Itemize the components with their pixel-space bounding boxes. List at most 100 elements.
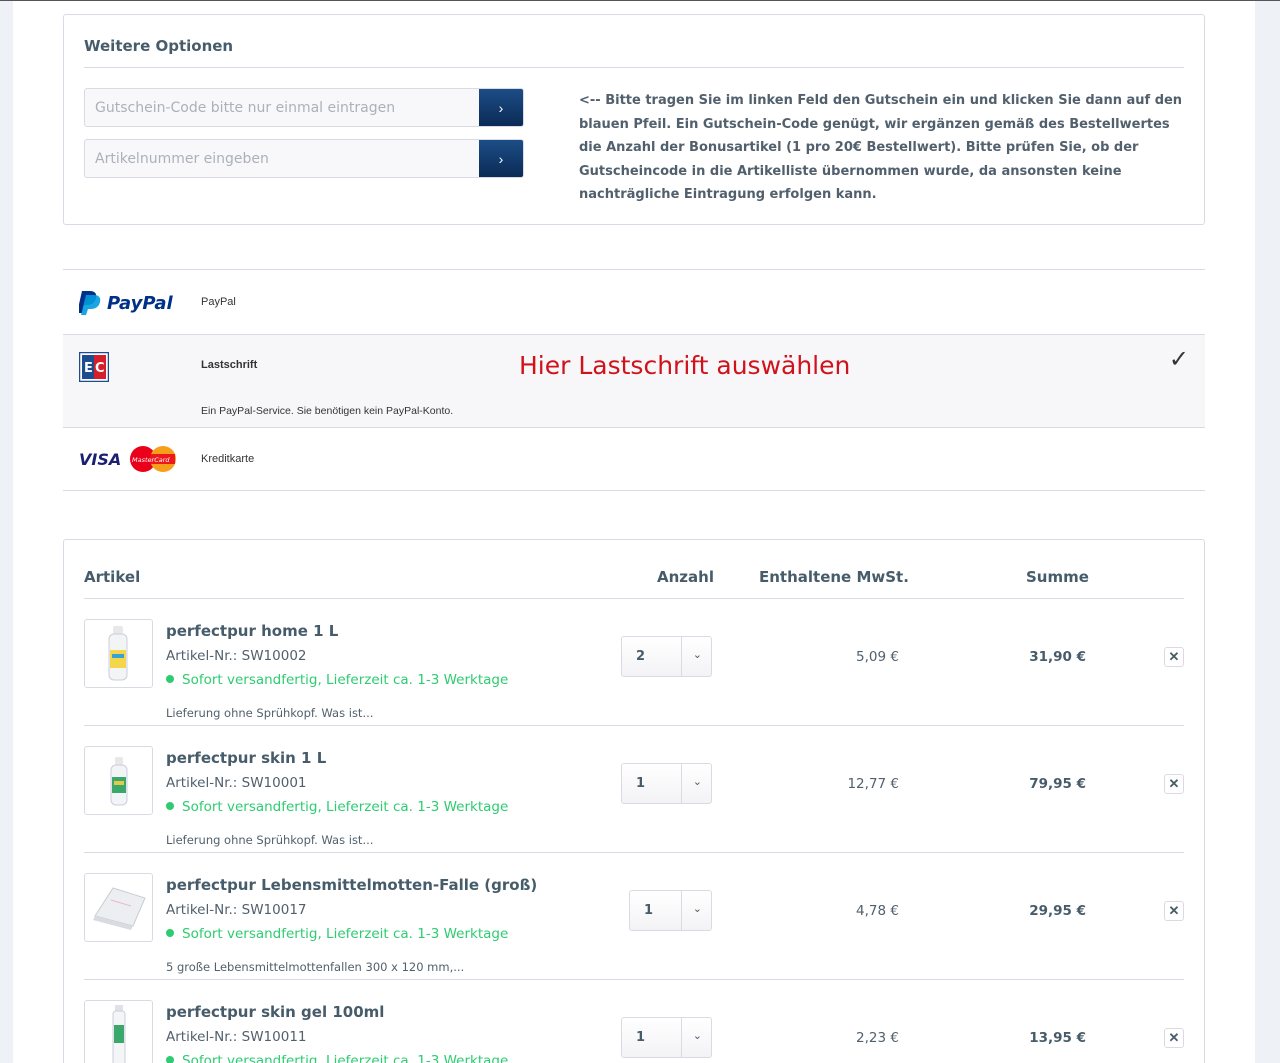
moth-trap-icon — [93, 887, 146, 930]
bottle-icon — [110, 757, 128, 806]
chevron-down-icon: ⌄ — [692, 902, 702, 915]
delivery-text: Sofort versandfertig, Lieferzeit ca. 1-3… — [182, 1053, 509, 1063]
product-name[interactable]: perfectpur home 1 L — [166, 622, 338, 640]
payment-option-paypal[interactable]: PayPal PayPal — [63, 269, 1205, 334]
payment-label-paypal: PayPal — [201, 296, 236, 308]
product-image[interactable] — [84, 746, 153, 815]
divider — [84, 67, 1184, 68]
article-number-field: › — [84, 139, 524, 178]
paypal-logo-icon: PayPal — [79, 291, 174, 315]
vat-amount: 4,78 € — [856, 903, 899, 919]
bottle-icon — [108, 626, 128, 681]
article-number-input[interactable] — [85, 140, 481, 177]
chevron-down-icon: ⌄ — [692, 775, 702, 788]
product-number: Artikel-Nr.: SW10011 — [166, 1029, 307, 1045]
chevron-down-icon: ⌄ — [692, 648, 702, 661]
divider — [681, 891, 682, 930]
product-image[interactable] — [84, 619, 153, 688]
status-dot-icon — [166, 929, 174, 937]
quantity-select[interactable]: 1 ⌄ — [621, 1017, 712, 1058]
remove-item-button[interactable]: ✕ — [1164, 1028, 1184, 1048]
voucher-field: › — [84, 88, 524, 127]
tube-icon — [112, 1005, 126, 1063]
svg-text:C: C — [95, 361, 105, 376]
chevron-down-icon: ⌄ — [692, 1029, 702, 1042]
visa-mastercard-logo-icon: VISA MasterCard — [79, 446, 176, 472]
payment-option-lastschrift[interactable]: E C Lastschrift Hier Lastschrift auswähl… — [63, 334, 1205, 427]
column-header-article: Artikel — [84, 568, 141, 586]
delivery-text: Sofort versandfertig, Lieferzeit ca. 1-3… — [182, 672, 509, 688]
checkout-page: Weitere Optionen › › <-- Bitte tragen Si… — [13, 1, 1255, 1063]
voucher-instructions: <-- Bitte tragen Sie im linken Feld den … — [579, 93, 1183, 202]
mastercard-logo-text: MasterCard — [132, 456, 170, 464]
column-header-vat: Enthaltene MwSt. — [759, 568, 909, 586]
product-note: 5 große Lebensmittelmottenfallen 300 x 1… — [166, 960, 465, 974]
payment-methods: PayPal PayPal E C Lastschrift Hier Lasts… — [63, 269, 1205, 491]
chevron-right-icon: › — [498, 99, 504, 116]
voucher-input[interactable] — [85, 89, 481, 126]
status-dot-icon — [166, 1056, 174, 1063]
quantity-value: 1 — [636, 776, 646, 791]
remove-item-button[interactable]: ✕ — [1164, 774, 1184, 794]
more-options-panel: Weitere Optionen › › <-- Bitte tragen Si… — [63, 14, 1205, 225]
payment-label-kreditkarte: Kreditkarte — [201, 453, 255, 465]
delivery-status: Sofort versandfertig, Lieferzeit ca. 1-3… — [166, 1053, 508, 1063]
product-note: Lieferung ohne Sprühkopf. Was ist... — [166, 706, 374, 720]
line-total: 31,90 € — [1029, 649, 1086, 665]
product-name[interactable]: perfectpur skin gel 100ml — [166, 1003, 384, 1021]
line-total: 13,95 € — [1029, 1030, 1086, 1046]
ec-card-logo-icon: E C — [79, 352, 109, 382]
voucher-submit-button[interactable]: › — [479, 89, 523, 126]
delivery-status: Sofort versandfertig, Lieferzeit ca. 1-3… — [166, 926, 508, 942]
cart-row: perfectpur skin 1 L Artikel-Nr.: SW10001… — [84, 726, 1184, 853]
close-icon: ✕ — [1168, 903, 1180, 918]
quantity-value: 1 — [636, 1030, 646, 1045]
quantity-value: 2 — [636, 649, 646, 664]
status-dot-icon — [166, 802, 174, 810]
vat-amount: 5,09 € — [856, 649, 899, 665]
remove-item-button[interactable]: ✕ — [1164, 901, 1184, 921]
quantity-select[interactable]: 2 ⌄ — [621, 636, 712, 677]
instruction-annotation: Hier Lastschrift auswählen — [519, 351, 851, 380]
vat-amount: 12,77 € — [847, 776, 899, 792]
cart-row: perfectpur Lebensmittelmotten-Falle (gro… — [84, 853, 1184, 980]
line-total: 79,95 € — [1029, 776, 1086, 792]
payment-option-kreditkarte[interactable]: VISA MasterCard Kreditkarte — [63, 427, 1205, 491]
quantity-select[interactable]: 1 ⌄ — [621, 763, 712, 804]
product-number: Artikel-Nr.: SW10001 — [166, 775, 307, 791]
svg-text:E: E — [84, 361, 93, 376]
chevron-right-icon: › — [498, 150, 504, 167]
quantity-select[interactable]: 1 ⌄ — [629, 890, 712, 931]
product-number: Artikel-Nr.: SW10002 — [166, 648, 307, 664]
delivery-text: Sofort versandfertig, Lieferzeit ca. 1-3… — [182, 926, 509, 942]
quantity-value: 1 — [644, 903, 654, 918]
delivery-text: Sofort versandfertig, Lieferzeit ca. 1-3… — [182, 799, 509, 815]
divider — [681, 764, 682, 803]
product-name[interactable]: perfectpur Lebensmittelmotten-Falle (gro… — [166, 876, 537, 894]
cart-row: perfectpur skin gel 100ml Artikel-Nr.: S… — [84, 980, 1184, 1063]
column-header-quantity: Anzahl — [657, 568, 714, 586]
delivery-status: Sofort versandfertig, Lieferzeit ca. 1-3… — [166, 799, 508, 815]
close-icon: ✕ — [1168, 1030, 1180, 1045]
divider — [681, 637, 682, 676]
visa-logo-text: VISA — [79, 450, 121, 469]
payment-description-lastschrift: Ein PayPal-Service. Sie benötigen kein P… — [201, 405, 454, 417]
close-icon: ✕ — [1168, 649, 1180, 664]
line-total: 29,95 € — [1029, 903, 1086, 919]
check-icon: ✓ — [1168, 345, 1189, 373]
payment-label-lastschrift: Lastschrift — [201, 359, 258, 371]
product-name[interactable]: perfectpur skin 1 L — [166, 749, 326, 767]
product-image[interactable] — [84, 1000, 153, 1063]
status-dot-icon — [166, 675, 174, 683]
product-image[interactable] — [84, 873, 153, 942]
column-header-sum: Summe — [1026, 568, 1089, 586]
more-options-title: Weitere Optionen — [84, 37, 234, 55]
cart-row: perfectpur home 1 L Artikel-Nr.: SW10002… — [84, 599, 1184, 726]
product-number: Artikel-Nr.: SW10017 — [166, 902, 307, 918]
paypal-logo-text: PayPal — [107, 293, 174, 314]
cart-table: Artikel Anzahl Enthaltene MwSt. Summe pe… — [63, 539, 1205, 1063]
article-number-submit-button[interactable]: › — [479, 140, 523, 177]
product-note: Lieferung ohne Sprühkopf. Was ist... — [166, 833, 374, 847]
vat-amount: 2,23 € — [856, 1030, 899, 1046]
remove-item-button[interactable]: ✕ — [1164, 647, 1184, 667]
